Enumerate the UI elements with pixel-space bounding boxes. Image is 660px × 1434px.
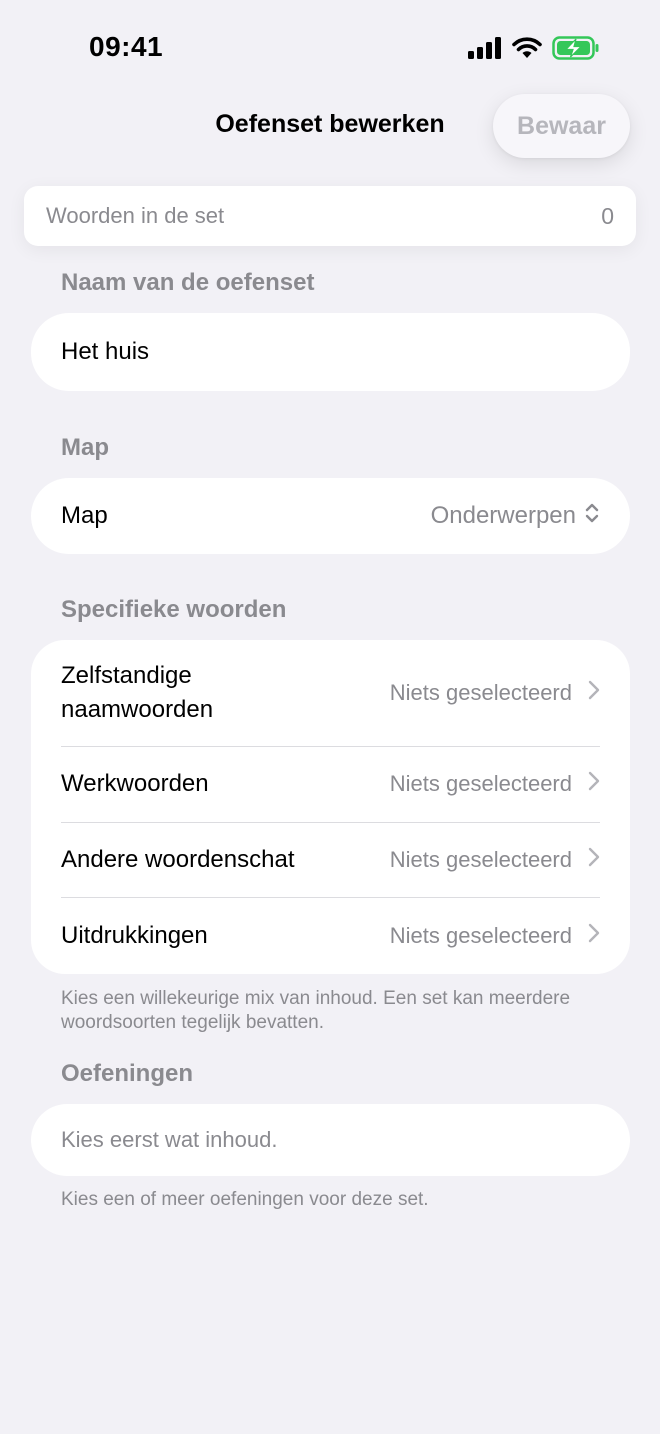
map-picker[interactable]: Map Onderwerpen: [31, 478, 630, 554]
map-section-header: Map: [61, 434, 109, 461]
map-selected-text: Onderwerpen: [430, 502, 576, 529]
specific-words-header: Specifieke woorden: [61, 596, 287, 623]
list-item-value: Niets geselecteerd: [390, 680, 600, 706]
screen: 09:41 Oefenset bewerken Bewaar Woorden i…: [0, 0, 660, 1434]
name-section-header: Naam van de oefenset: [61, 269, 315, 296]
exercises-header: Oefeningen: [61, 1060, 194, 1087]
list-item-label: Werkwoorden: [61, 770, 209, 798]
word-count-card: Woorden in de set 0: [24, 186, 636, 246]
list-item-expressions[interactable]: Uitdrukkingen Niets geselecteerd: [61, 898, 600, 974]
exercises-footnote: Kies een of meer oefeningen voor deze se…: [61, 1189, 429, 1210]
list-item-value: Niets geselecteerd: [390, 771, 600, 797]
status-time: 09:41: [89, 31, 164, 62]
specific-words-footnote: Kies een willekeurige mix van inhoud. Ee…: [61, 988, 571, 1033]
cellular-signal-icon: [468, 37, 502, 64]
map-row-label: Map: [61, 502, 108, 529]
list-item-value-text: Niets geselecteerd: [389, 922, 572, 948]
chevron-right-icon: [588, 680, 600, 706]
list-item-label: Zelfstandige naamwoorden: [61, 662, 214, 723]
list-item-label: Andere woordenschat: [61, 845, 295, 873]
exercises-field[interactable]: Kies eerst wat inhoud.: [31, 1104, 630, 1176]
save-button[interactable]: Bewaar: [493, 94, 630, 158]
list-item-label: Uitdrukkingen: [61, 921, 208, 949]
list-item-value: Niets geselecteerd: [390, 847, 600, 873]
chevron-right-icon: [588, 847, 600, 873]
specific-words-list: Zelfstandige naamwoorden Niets geselecte…: [31, 640, 630, 974]
chevron-right-icon: [588, 923, 600, 949]
word-count-value: 0: [601, 202, 614, 229]
list-item-value-text: Niets geselecteerd: [389, 846, 572, 872]
exercises-placeholder: Kies eerst wat inhoud.: [61, 1127, 278, 1152]
status-icons: [468, 36, 600, 65]
list-item-value-text: Niets geselecteerd: [389, 680, 572, 705]
list-item-nouns[interactable]: Zelfstandige naamwoorden Niets geselecte…: [61, 640, 600, 747]
chevron-right-icon: [588, 771, 600, 797]
set-name-value: Het huis: [61, 338, 150, 365]
list-item-other-vocabulary[interactable]: Andere woordenschat Niets geselecteerd: [61, 823, 600, 898]
battery-charging-icon: [552, 36, 600, 65]
list-item-value-text: Niets geselecteerd: [389, 771, 572, 797]
list-item-value: Niets geselecteerd: [390, 923, 600, 949]
list-item-verbs[interactable]: Werkwoorden Niets geselecteerd: [61, 747, 600, 823]
word-count-label: Woorden in de set: [46, 203, 225, 228]
wifi-icon: [512, 37, 542, 64]
set-name-field[interactable]: Het huis: [31, 313, 630, 391]
chevron-up-down-icon: [584, 501, 600, 532]
map-selected-value: Onderwerpen: [431, 501, 600, 532]
